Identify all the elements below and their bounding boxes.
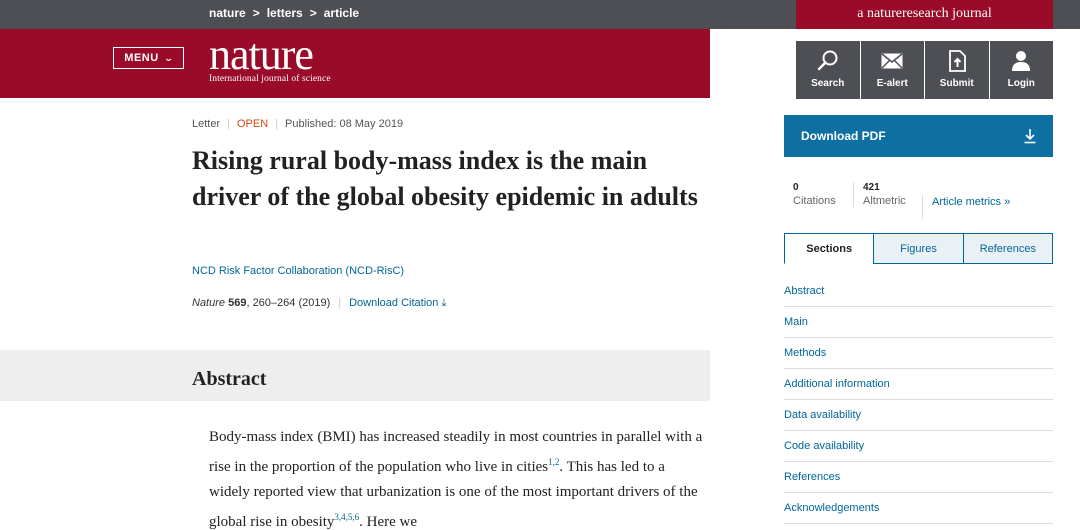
download-citation-link[interactable]: Download Citation ⤓ [349, 297, 446, 309]
download-pdf-label: Download PDF [801, 129, 886, 143]
author-link[interactable]: NCD Risk Factor Collaboration (NCD-RisC) [192, 265, 404, 277]
header-tools: Search E-alert Submit Login [796, 41, 1053, 99]
article-metrics-link[interactable]: Article metrics » [922, 195, 1010, 219]
citation-divider: | [338, 297, 342, 309]
abstract-heading: Abstract [192, 368, 267, 390]
section-link-acknowledgements[interactable]: Acknowledgements [784, 493, 1053, 524]
submit-button[interactable]: Submit [925, 41, 989, 99]
breadcrumb: nature > letters > article [209, 6, 359, 20]
citations-count: 0 [793, 182, 799, 193]
article-type: Letter [192, 118, 221, 130]
user-icon [1012, 51, 1031, 71]
section-link-main[interactable]: Main [784, 307, 1053, 338]
envelope-icon [881, 53, 903, 69]
open-access-badge: OPEN [237, 118, 269, 130]
submit-label: Submit [939, 78, 974, 89]
download-icon: ⤓ [441, 297, 447, 309]
search-button[interactable]: Search [796, 41, 860, 99]
reference-link[interactable]: 3,4,5,6 [334, 512, 359, 522]
search-label: Search [811, 78, 845, 89]
article-metrics-label: Article metrics [932, 196, 1002, 208]
altmetric-label: Altmetric [863, 195, 906, 207]
meta-divider: | [275, 118, 279, 130]
e-alert-button[interactable]: E-alert [860, 41, 924, 99]
tab-figures[interactable]: Figures [873, 233, 964, 264]
site-header: MENU ⌄ nature International journal of s… [0, 29, 710, 98]
abstract-text: Body-mass index (BMI) has increased stea… [209, 425, 709, 530]
article-metrics: 0 Citations 421 Altmetric Article metric… [784, 176, 1053, 220]
sidebar-tabs: Sections Figures References [784, 233, 1053, 264]
e-alert-label: E-alert [876, 78, 908, 89]
breadcrumb-separator: > [252, 6, 260, 20]
meta-divider: | [227, 118, 230, 130]
search-icon [817, 50, 838, 71]
download-icon [1024, 129, 1036, 144]
article-meta: Letter | OPEN | Published: 08 May 2019 [192, 118, 403, 130]
citations-metric: 0 Citations [793, 182, 850, 207]
logo-tagline: International journal of science [209, 74, 331, 84]
section-link-additional-information[interactable]: Additional information [784, 369, 1053, 400]
download-pdf-button[interactable]: Download PDF [784, 115, 1053, 157]
breadcrumb-article[interactable]: article [324, 6, 359, 20]
journal-pages: , 260–264 (2019) [246, 297, 331, 309]
chevron-down-icon: ⌄ [163, 52, 175, 63]
breadcrumb-letters[interactable]: letters [267, 6, 303, 20]
journal-volume: 569 [228, 297, 247, 309]
article-authors[interactable]: NCD Risk Factor Collaboration (NCD-RisC) [192, 265, 404, 277]
breadcrumb-separator: > [309, 6, 317, 20]
download-citation-label: Download Citation [349, 297, 439, 309]
altmetric-metric: 421 Altmetric [853, 182, 906, 207]
upload-document-icon [948, 50, 966, 72]
logo-wordmark: nature [209, 30, 314, 79]
altmetric-count: 421 [863, 182, 880, 193]
menu-label: MENU [124, 52, 159, 64]
article-title: Rising rural body-mass index is the main… [192, 146, 698, 211]
citation-line: Nature 569, 260–264 (2019) | Download Cita… [192, 297, 446, 310]
section-link-methods[interactable]: Methods [784, 338, 1053, 369]
natureresearch-journal-badge[interactable]: a natureresearch journal [796, 0, 1053, 29]
section-link-references[interactable]: References [784, 462, 1053, 493]
section-link-abstract[interactable]: Abstract [784, 276, 1053, 307]
abstract-text-part: . Here we [359, 514, 418, 530]
journal-name: Nature [192, 297, 226, 309]
menu-button[interactable]: MENU ⌄ [113, 47, 184, 69]
published-date: Published: 08 May 2019 [285, 118, 404, 130]
reference-link[interactable]: 1,2 [548, 457, 559, 467]
login-button[interactable]: Login [989, 41, 1053, 99]
nature-logo[interactable]: nature International journal of science [209, 30, 331, 85]
tab-references[interactable]: References [962, 233, 1053, 264]
abstract-band [0, 350, 710, 401]
sections-list: Abstract Main Methods Additional informa… [784, 276, 1053, 524]
citations-label: Citations [793, 195, 836, 207]
section-link-data-availability[interactable]: Data availability [784, 400, 1053, 431]
double-chevron-right-icon: » [1004, 196, 1011, 208]
section-link-code-availability[interactable]: Code availability [784, 431, 1053, 462]
breadcrumb-nature[interactable]: nature [209, 6, 246, 20]
tab-sections[interactable]: Sections [784, 233, 875, 264]
login-label: Login [1007, 78, 1035, 89]
